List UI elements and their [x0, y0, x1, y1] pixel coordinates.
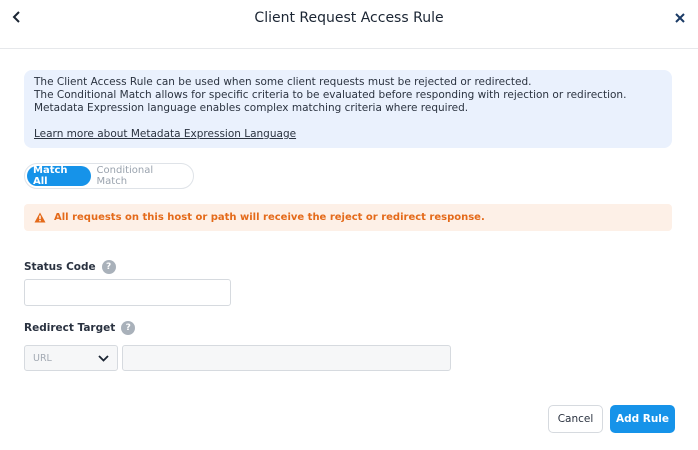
redirect-target-label-text: Redirect Target: [24, 322, 116, 334]
status-code-input[interactable]: [24, 279, 231, 306]
info-panel: The Client Access Rule can be used when …: [24, 70, 672, 148]
learn-more-link[interactable]: Learn more about Metadata Expression Lan…: [34, 128, 296, 140]
dialog-title: Client Request Access Rule: [254, 10, 444, 26]
redirect-type-value: URL: [33, 352, 52, 364]
status-code-label-text: Status Code: [24, 261, 96, 273]
match-all-option[interactable]: Match All: [27, 165, 91, 187]
chevron-down-icon: [98, 354, 109, 362]
add-rule-button[interactable]: Add Rule: [610, 405, 675, 433]
info-line: Metadata Expression language enables com…: [34, 102, 469, 114]
redirect-target-input[interactable]: [122, 345, 451, 371]
close-icon: [675, 13, 685, 23]
dialog-header: Client Request Access Rule: [0, 0, 698, 49]
info-line: The Client Access Rule can be used when …: [34, 76, 532, 88]
warning-icon: [34, 212, 46, 223]
redirect-target-label: Redirect Target ?: [24, 321, 136, 335]
help-icon[interactable]: ?: [121, 321, 136, 335]
close-button[interactable]: [672, 10, 688, 26]
info-line: The Conditional Match allows for specifi…: [34, 89, 627, 101]
help-icon[interactable]: ?: [101, 260, 116, 274]
cancel-button[interactable]: Cancel: [548, 405, 603, 433]
warning-text: All requests on this host or path will r…: [54, 212, 485, 223]
match-mode-toggle: Match All Conditional Match: [24, 163, 194, 189]
conditional-match-option[interactable]: Conditional Match: [91, 165, 191, 187]
status-code-label: Status Code ?: [24, 260, 116, 274]
redirect-type-select[interactable]: URL: [24, 345, 118, 371]
warning-banner: All requests on this host or path will r…: [24, 204, 672, 231]
